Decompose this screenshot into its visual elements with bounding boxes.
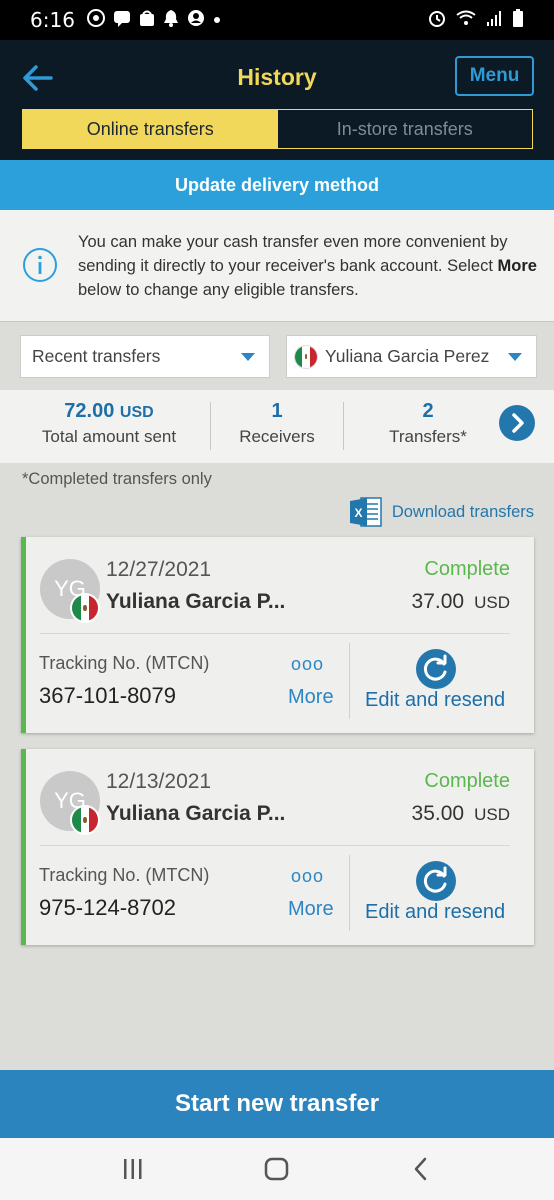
system-nav-bar [0, 1138, 554, 1200]
more-button[interactable]: More [288, 898, 334, 921]
divider [40, 845, 510, 846]
divider [210, 402, 211, 450]
period-dropdown[interactable]: Recent transfers [20, 335, 270, 378]
bell-icon [163, 9, 179, 32]
menu-button[interactable]: Menu [455, 56, 534, 96]
transfers-count: 2 [422, 400, 434, 422]
system-icons [428, 8, 524, 32]
battery-icon [512, 8, 524, 32]
amount-value: 35.00 [411, 802, 465, 825]
receivers-count: 1 [271, 400, 283, 422]
total-amount-label: Total amount sent [41, 427, 177, 446]
divider [40, 633, 510, 634]
download-transfers-link[interactable]: X Download transfers [349, 496, 534, 528]
chevron-down-icon [508, 353, 522, 361]
amount-currency: USD [474, 805, 510, 824]
transfer-card[interactable]: YG 12/27/2021 Yuliana Garcia P... Comple… [21, 537, 534, 733]
edit-and-resend-button[interactable]: Edit and resend [365, 901, 505, 924]
transfers-stat: 2 Transfers* [368, 400, 488, 447]
amount-currency: USD [474, 593, 510, 612]
mexico-flag-icon [294, 344, 318, 369]
status-badge: Complete [424, 558, 510, 580]
divider [343, 402, 344, 450]
receiver-dropdown[interactable]: Yuliana Garcia Perez [286, 335, 537, 378]
message-icon [113, 9, 131, 32]
chevron-down-icon [241, 353, 255, 361]
info-box: You can make your cash transfer even mor… [0, 210, 554, 322]
shopping-bag-icon [139, 9, 155, 32]
more-dots-icon[interactable]: ooo [291, 866, 324, 887]
back-nav-icon[interactable] [407, 1156, 435, 1182]
more-dots-icon[interactable]: ooo [291, 654, 324, 675]
divider [349, 643, 350, 719]
transfer-date: 12/27/2021 [106, 558, 212, 581]
receiver-name: Yuliana Garcia P... [106, 590, 286, 613]
notification-icons [86, 8, 221, 32]
alarm-icon [428, 9, 446, 32]
home-icon[interactable] [263, 1156, 291, 1182]
tracking-number: 367-101-8079 [39, 683, 177, 708]
status-badge: Complete [424, 770, 510, 792]
account-icon [187, 9, 205, 32]
receivers-label: Receivers [239, 427, 315, 446]
tracking-label: Tracking No. (MTCN) [39, 865, 210, 885]
transfer-type-tabs: Online transfers In-store transfers [22, 109, 533, 149]
transfer-date: 12/13/2021 [106, 770, 212, 793]
chevron-right-icon [512, 413, 524, 433]
info-text-part: below to change any eligible transfers. [78, 281, 359, 299]
total-amount: 72.00 [64, 400, 115, 422]
start-new-transfer-button[interactable]: Start new transfer [0, 1070, 554, 1138]
status-bar: 6:16 [0, 0, 554, 40]
info-text-part: You can make your cash transfer even mor… [78, 233, 508, 275]
edit-and-resend-button[interactable]: Edit and resend [365, 689, 505, 712]
mexico-flag-icon [70, 805, 100, 835]
info-message: You can make your cash transfer even mor… [78, 230, 538, 302]
amount-value: 37.00 [411, 590, 465, 613]
period-value: Recent transfers [32, 346, 161, 366]
transfers-label: Transfers* [389, 427, 467, 446]
info-icon [22, 247, 58, 283]
total-amount-stat: 72.00 USD Total amount sent [34, 400, 184, 447]
status-time: 6:16 [30, 8, 75, 32]
tracking-number: 975-124-8702 [39, 895, 177, 920]
tab-in-store-transfers[interactable]: In-store transfers [277, 110, 532, 148]
refresh-icon[interactable] [416, 861, 456, 901]
recent-apps-icon[interactable] [119, 1156, 147, 1182]
refresh-icon[interactable] [416, 649, 456, 689]
chrome-icon [86, 8, 105, 32]
footnote: *Completed transfers only [22, 470, 212, 488]
tracking-label: Tracking No. (MTCN) [39, 653, 210, 673]
transfer-card[interactable]: YG 12/13/2021 Yuliana Garcia P... Comple… [21, 749, 534, 945]
signal-icon [486, 10, 502, 31]
receivers-stat: 1 Receivers [222, 400, 332, 447]
excel-icon: X [349, 497, 382, 527]
summary-panel: 72.00 USD Total amount sent 1 Receivers … [0, 390, 554, 463]
transfer-amount: 35.00 USD [412, 802, 510, 826]
total-currency: USD [119, 404, 154, 421]
wifi-icon [456, 10, 476, 31]
divider [349, 855, 350, 931]
total-amount-value: 72.00 USD [34, 400, 184, 423]
summary-next-button[interactable] [499, 405, 535, 441]
update-delivery-banner[interactable]: Update delivery method [0, 160, 554, 210]
svg-text:X: X [354, 506, 362, 520]
download-label: Download transfers [391, 502, 534, 521]
receiver-name: Yuliana Garcia P... [106, 802, 286, 825]
mexico-flag-icon [70, 593, 100, 623]
receiver-value: Yuliana Garcia Perez [325, 346, 490, 366]
info-text-bold: More [497, 257, 537, 275]
more-button[interactable]: More [288, 686, 334, 709]
app-header: History Menu Online transfers In-store t… [0, 40, 554, 160]
tab-online-transfers[interactable]: Online transfers [23, 110, 278, 148]
dot-icon [213, 11, 221, 29]
transfer-amount: 37.00 USD [412, 590, 510, 614]
